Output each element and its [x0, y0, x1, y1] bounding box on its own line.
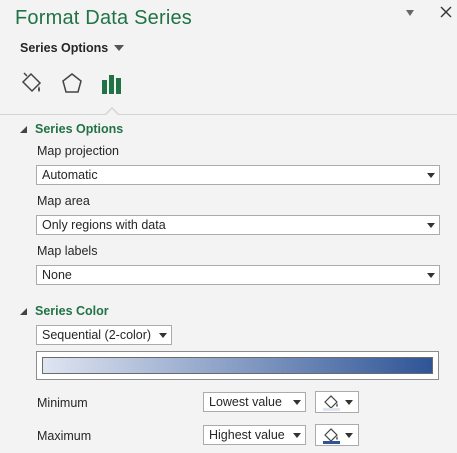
collapse-triangle-icon — [20, 307, 27, 315]
maximum-label: Maximum — [37, 429, 92, 443]
map-area-select[interactable]: Only regions with data — [36, 215, 440, 235]
series-options-menu[interactable]: Series Options — [20, 41, 125, 55]
minimum-value-select[interactable]: Lowest value — [203, 392, 306, 412]
chevron-down-icon — [114, 45, 125, 51]
series-color-header-label: Series Color — [35, 304, 109, 318]
minimum-value: Lowest value — [209, 395, 282, 409]
tab-divider — [0, 114, 457, 115]
chevron-down-icon — [427, 223, 435, 228]
minimum-color-button[interactable] — [315, 391, 359, 413]
fill-line-tab[interactable] — [18, 70, 46, 98]
map-labels-select[interactable]: None — [36, 265, 440, 285]
paint-bucket-icon — [323, 395, 340, 411]
map-area-value: Only regions with data — [42, 218, 166, 232]
series-options-menu-label: Series Options — [20, 41, 109, 55]
task-pane-options-icon[interactable] — [404, 8, 416, 22]
close-icon[interactable] — [440, 6, 454, 22]
paint-bucket-icon — [323, 428, 340, 444]
color-scheme-value: Sequential (2-color) — [42, 328, 152, 342]
chevron-down-icon — [427, 273, 435, 278]
series-color-section-header[interactable]: Series Color — [20, 304, 109, 318]
pentagon-icon — [62, 73, 82, 93]
chevron-down-icon — [345, 400, 353, 405]
chevron-down-icon — [159, 333, 167, 338]
collapse-triangle-icon — [20, 125, 27, 133]
pane-title: Format Data Series — [15, 7, 192, 29]
series-options-tab[interactable] — [98, 70, 126, 98]
series-options-header-label: Series Options — [35, 122, 124, 136]
map-labels-value: None — [42, 268, 72, 282]
color-scheme-select[interactable]: Sequential (2-color) — [36, 325, 172, 345]
bar-chart-icon — [102, 75, 121, 94]
chevron-down-icon — [345, 433, 353, 438]
chevron-down-icon — [427, 173, 435, 178]
map-area-label: Map area — [37, 194, 90, 208]
minimum-label: Minimum — [37, 396, 88, 410]
maximum-color-button[interactable] — [315, 424, 359, 446]
map-labels-label: Map labels — [37, 244, 98, 258]
gradient-preview — [36, 351, 439, 380]
map-projection-label: Map projection — [37, 144, 119, 158]
maximum-value-select[interactable]: Highest value — [203, 425, 306, 445]
maximum-value: Highest value — [209, 428, 285, 442]
effects-tab[interactable] — [58, 70, 86, 98]
map-projection-value: Automatic — [42, 168, 98, 182]
map-projection-select[interactable]: Automatic — [36, 165, 440, 185]
series-options-section-header[interactable]: Series Options — [20, 122, 123, 136]
gradient-bar — [42, 357, 433, 374]
chevron-down-icon — [293, 400, 301, 405]
chevron-down-icon — [293, 433, 301, 438]
fill-line-icon — [21, 72, 42, 93]
